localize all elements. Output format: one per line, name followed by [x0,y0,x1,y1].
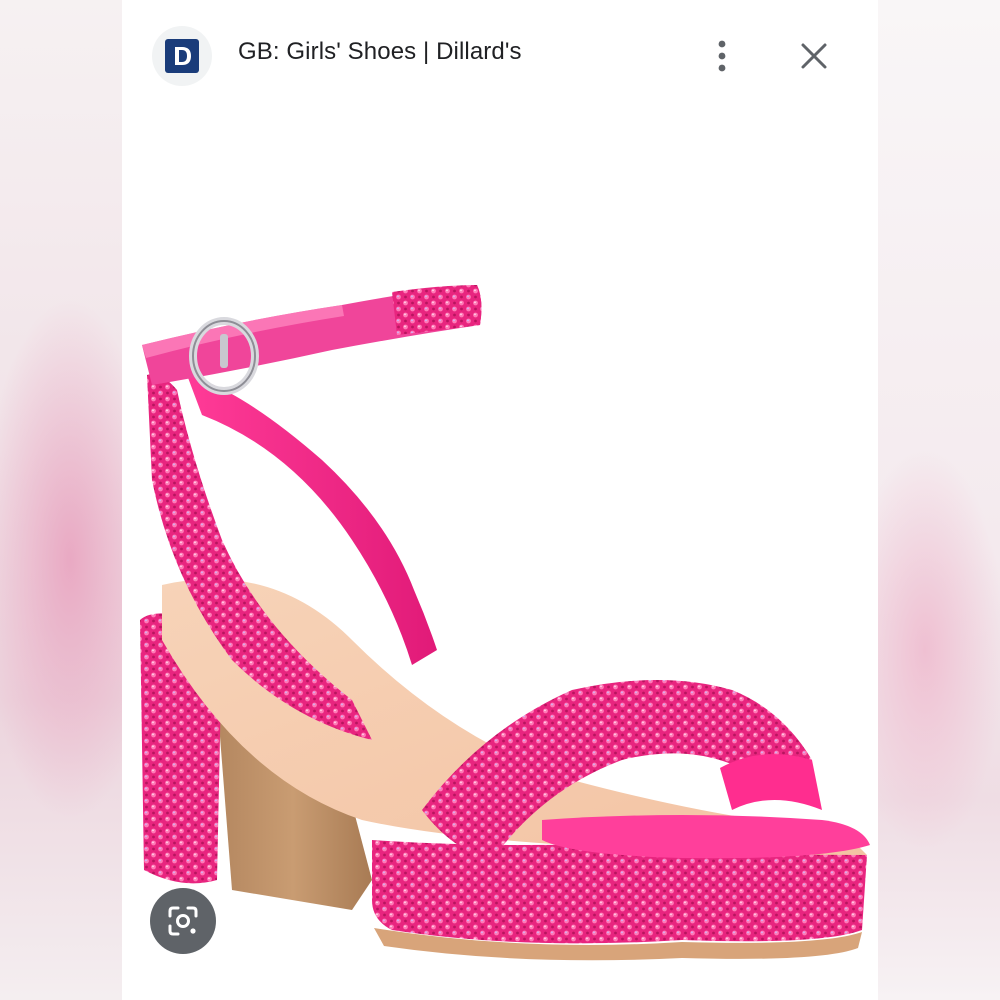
more-options-button[interactable] [702,34,742,78]
viewer-header: GB: Girls' Shoes | Dillard's [122,0,878,110]
close-icon [801,43,827,69]
site-logo[interactable] [152,26,212,86]
blurred-backdrop-left [0,0,125,1000]
page-title[interactable]: GB: Girls' Shoes | Dillard's [238,38,522,66]
lens-button[interactable] [150,888,216,954]
google-lens-icon [168,906,198,936]
image-viewer-panel: GB: Girls' Shoes | Dillard's [122,0,878,1000]
close-button[interactable] [792,34,836,78]
product-image-pink-platform-sandal[interactable] [122,120,878,1000]
more-vert-icon [718,40,726,72]
dillards-logo-icon [165,39,199,73]
blurred-backdrop-right [875,0,1000,1000]
